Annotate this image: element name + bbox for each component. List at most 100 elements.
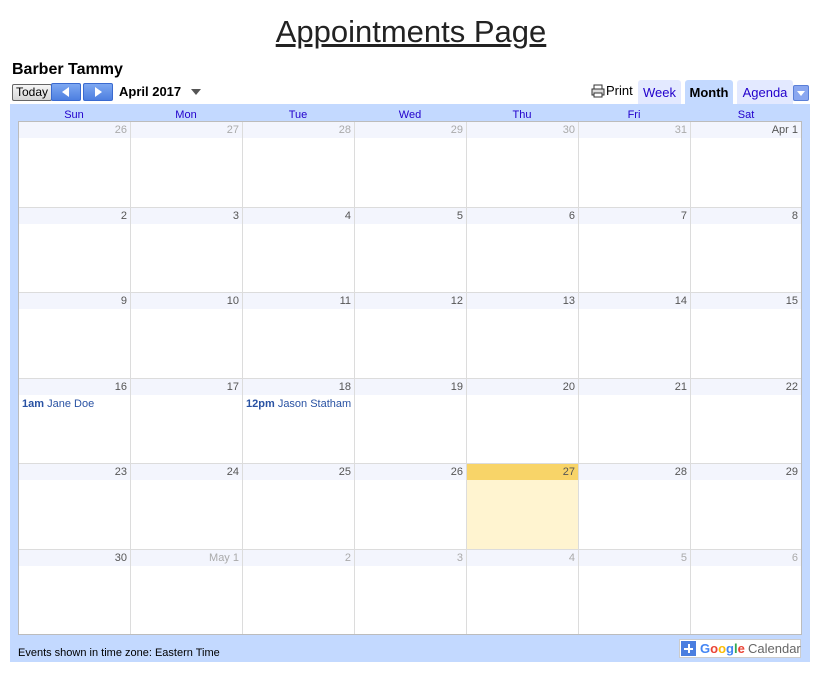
day-number[interactable]: 4 [243, 208, 354, 224]
day-cell-today[interactable]: 27 [467, 464, 579, 550]
day-number[interactable]: 2 [243, 550, 354, 566]
day-number[interactable]: 27 [131, 122, 242, 138]
date-range-label[interactable]: April 2017 [119, 84, 181, 99]
day-number[interactable]: 9 [19, 293, 130, 309]
print-label: Print [606, 83, 633, 98]
day-cell[interactable]: 21 [579, 379, 691, 464]
day-number[interactable]: 31 [579, 122, 690, 138]
day-number[interactable]: May 1 [131, 550, 242, 566]
day-cell[interactable]: 19 [355, 379, 467, 464]
day-cell[interactable]: 4 [243, 208, 355, 293]
chevron-down-icon[interactable] [793, 85, 809, 101]
date-picker-dropdown-icon[interactable] [191, 89, 201, 95]
day-cell[interactable]: 23 [19, 464, 131, 550]
day-number[interactable]: 23 [19, 464, 130, 480]
day-number[interactable]: 20 [467, 379, 578, 395]
day-cell[interactable]: 2 [19, 208, 131, 293]
day-cell[interactable]: Apr 1 [691, 122, 801, 208]
day-number[interactable]: 12 [355, 293, 466, 309]
tab-week[interactable]: Week [638, 80, 681, 104]
day-cell[interactable]: 16 1am Jane Doe [19, 379, 131, 464]
day-cell[interactable]: 9 [19, 293, 131, 379]
day-number[interactable]: 17 [131, 379, 242, 395]
day-cell[interactable]: 5 [355, 208, 467, 293]
day-cell[interactable]: 26 [19, 122, 131, 208]
day-number[interactable]: 14 [579, 293, 690, 309]
day-cell[interactable]: 10 [131, 293, 243, 379]
day-cell[interactable]: 20 [467, 379, 579, 464]
day-number[interactable]: 29 [355, 122, 466, 138]
week-divider [19, 549, 801, 550]
day-cell[interactable]: 28 [579, 464, 691, 550]
day-number[interactable]: 21 [579, 379, 690, 395]
day-cell[interactable]: 22 [691, 379, 801, 464]
day-number[interactable]: 25 [243, 464, 354, 480]
day-cell[interactable]: 24 [131, 464, 243, 550]
day-cell[interactable]: 6 [467, 208, 579, 293]
day-number[interactable]: 26 [355, 464, 466, 480]
day-number[interactable]: 10 [131, 293, 242, 309]
today-button[interactable]: Today [12, 84, 53, 101]
day-cell[interactable]: 5 [579, 550, 691, 634]
day-number[interactable]: 13 [467, 293, 578, 309]
day-cell[interactable]: 29 [355, 122, 467, 208]
event-chip[interactable]: 1am Jane Doe [19, 398, 130, 410]
day-number[interactable]: Apr 1 [691, 122, 801, 138]
day-cell[interactable]: 14 [579, 293, 691, 379]
day-number[interactable]: 8 [691, 208, 801, 224]
day-cell[interactable]: 29 [691, 464, 801, 550]
day-number[interactable]: 18 [243, 379, 354, 395]
day-cell[interactable]: 31 [579, 122, 691, 208]
day-number[interactable]: 29 [691, 464, 801, 480]
event-chip[interactable]: 12pm Jason Statham [243, 398, 354, 410]
day-number[interactable]: 5 [579, 550, 690, 566]
day-number[interactable]: 27 [467, 464, 578, 480]
day-number[interactable]: 6 [467, 208, 578, 224]
day-number[interactable]: 30 [19, 550, 130, 566]
day-number[interactable]: 5 [355, 208, 466, 224]
day-cell[interactable]: 28 [243, 122, 355, 208]
day-number[interactable]: 2 [19, 208, 130, 224]
day-number[interactable]: 11 [243, 293, 354, 309]
calendar-word: Calendar [748, 641, 801, 656]
day-cell[interactable]: 3 [131, 208, 243, 293]
tab-agenda[interactable]: Agenda [737, 80, 793, 104]
day-number[interactable]: 28 [579, 464, 690, 480]
day-number[interactable]: 28 [243, 122, 354, 138]
day-cell[interactable]: 30 [467, 122, 579, 208]
day-cell[interactable]: 3 [355, 550, 467, 634]
day-cell[interactable]: 15 [691, 293, 801, 379]
day-cell[interactable]: 8 [691, 208, 801, 293]
day-number[interactable]: 26 [19, 122, 130, 138]
day-cell[interactable]: 18 12pm Jason Statham [243, 379, 355, 464]
day-cell[interactable]: 27 [131, 122, 243, 208]
day-cell[interactable]: 7 [579, 208, 691, 293]
day-number[interactable]: 3 [131, 208, 242, 224]
day-cell[interactable]: 12 [355, 293, 467, 379]
day-number[interactable]: 4 [467, 550, 578, 566]
day-number[interactable]: 16 [19, 379, 130, 395]
day-number[interactable]: 24 [131, 464, 242, 480]
day-cell[interactable]: 2 [243, 550, 355, 634]
day-cell[interactable]: 25 [243, 464, 355, 550]
day-number[interactable]: 7 [579, 208, 690, 224]
day-cell[interactable]: 17 [131, 379, 243, 464]
google-calendar-badge[interactable]: Google Calendar [679, 639, 801, 658]
day-number[interactable]: 6 [691, 550, 801, 566]
print-button[interactable]: Print [591, 83, 633, 98]
day-number[interactable]: 19 [355, 379, 466, 395]
day-cell[interactable]: 11 [243, 293, 355, 379]
day-cell[interactable]: 6 [691, 550, 801, 634]
day-number[interactable]: 3 [355, 550, 466, 566]
next-button[interactable] [83, 83, 113, 101]
day-cell[interactable]: 13 [467, 293, 579, 379]
day-cell[interactable]: 26 [355, 464, 467, 550]
day-cell[interactable]: 4 [467, 550, 579, 634]
prev-button[interactable] [51, 83, 81, 101]
tab-month[interactable]: Month [685, 80, 733, 104]
day-cell[interactable]: 30 [19, 550, 131, 634]
day-number[interactable]: 30 [467, 122, 578, 138]
day-number[interactable]: 15 [691, 293, 801, 309]
day-number[interactable]: 22 [691, 379, 801, 395]
day-cell[interactable]: May 1 [131, 550, 243, 634]
